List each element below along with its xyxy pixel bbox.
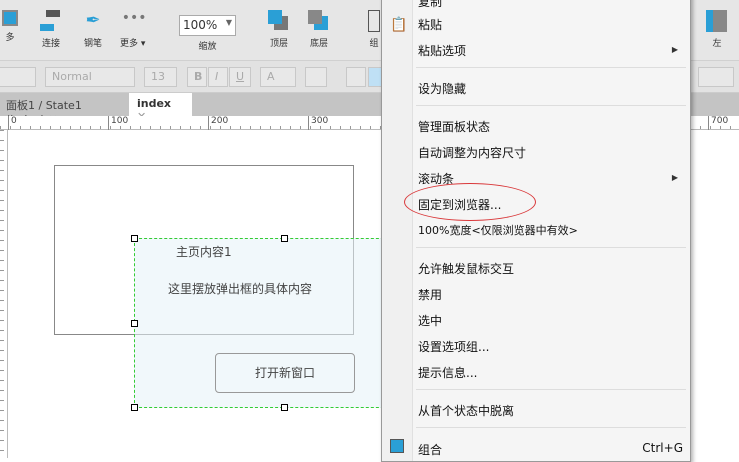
menu-item-unplace-from-state[interactable]: 从首个状态中脱离: [418, 402, 514, 419]
bring-to-front-button[interactable]: 顶层: [268, 10, 290, 49]
menu-item-tooltip[interactable]: 提示信息...: [418, 364, 477, 381]
italic-label: I: [215, 70, 219, 83]
menu-separator: [416, 105, 686, 106]
send-to-back-button[interactable]: 底层: [308, 10, 330, 49]
tool-label: 左: [712, 39, 722, 49]
align-left-icon: [706, 10, 728, 32]
pen-button[interactable]: ✒ 钢笔: [82, 10, 104, 49]
bold-label: B: [194, 70, 203, 83]
resize-handle[interactable]: [131, 235, 138, 242]
highlight-ellipse: [404, 183, 536, 221]
font-size-value: 13: [151, 70, 165, 83]
zoom-label: 缩放: [198, 42, 217, 52]
zoom-select[interactable]: 100% ▼ 缩放: [179, 15, 236, 52]
chevron-down-icon: ▼: [225, 18, 232, 27]
shortcut-label: Ctrl+G: [642, 441, 683, 455]
menu-item-label: 组合: [418, 443, 443, 457]
vertical-ruler: [0, 130, 8, 458]
tool-label: 多: [5, 33, 15, 43]
menu-item-selected[interactable]: 选中: [418, 312, 442, 329]
menu-item-group[interactable]: 组合 Ctrl+G: [418, 441, 683, 458]
font-color-button[interactable]: A: [260, 67, 296, 87]
underline-button[interactable]: U: [229, 67, 251, 87]
font-style-value: Normal: [52, 70, 92, 83]
font-family-select[interactable]: [0, 67, 36, 87]
tool-label: 钢笔: [83, 39, 102, 49]
tool-label: 组: [369, 39, 379, 49]
submenu-arrow-icon: ▶: [671, 173, 678, 182]
resize-handle[interactable]: [131, 320, 138, 327]
ruler-label: 700: [708, 116, 728, 130]
connect-button[interactable]: 连接: [40, 10, 62, 49]
menu-item-disable[interactable]: 禁用: [418, 286, 442, 303]
connector-icon: [40, 10, 62, 32]
group-icon: [390, 439, 404, 453]
ruler-label: 100: [108, 116, 128, 130]
menu-item-fit-to-content[interactable]: 自动调整为内容尺寸: [418, 144, 526, 161]
context-menu: 📋 复制 粘贴 粘贴选项 ▶ 设为隐藏 管理面板状态 自动调整为内容尺寸 滚动条…: [381, 0, 691, 462]
more-icon: •••: [121, 10, 147, 26]
menu-item-hide[interactable]: 设为隐藏: [418, 80, 466, 97]
font-color-label: A: [267, 70, 275, 83]
menu-item-100-width[interactable]: 100%宽度<仅限浏览器中有效>: [418, 222, 578, 238]
menu-item-selection-group[interactable]: 设置选项组...: [418, 338, 489, 355]
tab-index[interactable]: index ✕: [129, 93, 192, 123]
panel-body-text: 这里摆放弹出框的具体内容: [168, 282, 313, 296]
align-center-text-button[interactable]: [368, 67, 382, 87]
menu-item-paste-options[interactable]: 粘贴选项: [418, 42, 683, 59]
resize-handle[interactable]: [131, 404, 138, 411]
align-left-button[interactable]: 左: [706, 10, 728, 49]
menu-separator: [416, 427, 686, 428]
menu-separator: [416, 67, 686, 68]
submenu-arrow-icon: ▶: [671, 45, 678, 54]
menu-item-label: 粘贴选项: [418, 44, 467, 58]
menu-separator: [416, 247, 686, 248]
line-style-select[interactable]: [698, 67, 734, 87]
image-tool-button[interactable]: 多: [2, 10, 18, 43]
underline-label: U: [236, 70, 245, 83]
menu-item-paste[interactable]: 粘贴: [418, 16, 442, 33]
image-icon: [2, 10, 18, 26]
more-button[interactable]: ••• 更多 ▾: [120, 10, 147, 49]
panel-title: 主页内容1: [176, 245, 232, 259]
italic-button[interactable]: I: [208, 67, 228, 87]
tool-label: 底层: [309, 39, 328, 49]
resize-handle[interactable]: [281, 235, 288, 242]
group-icon: [368, 10, 380, 32]
tool-label: 更多 ▾: [120, 39, 146, 49]
resize-handle[interactable]: [281, 404, 288, 411]
tab-panel-state[interactable]: 面板1 / State1 (index) ✕: [0, 93, 126, 126]
menu-separator: [416, 389, 686, 390]
dynamic-panel[interactable]: 主页内容1 这里摆放弹出框的具体内容 打开新窗口: [134, 238, 394, 408]
font-size-select[interactable]: 13: [144, 67, 177, 87]
zoom-value: 100%: [183, 18, 218, 32]
group-button[interactable]: 组: [368, 10, 380, 49]
ruler-label: 0: [8, 116, 17, 130]
tool-label: 顶层: [269, 39, 288, 49]
menu-item-copy[interactable]: 复制: [418, 0, 442, 10]
open-new-window-button[interactable]: 打开新窗口: [215, 353, 355, 393]
align-left-text-button[interactable]: [346, 67, 366, 87]
pen-icon: ✒: [85, 10, 101, 31]
ruler-label: 300: [308, 116, 328, 130]
send-back-icon: [308, 10, 330, 32]
paste-icon: 📋: [390, 17, 408, 33]
ruler-label: 200: [208, 116, 228, 130]
menu-item-manage-panel-states[interactable]: 管理面板状态: [418, 118, 490, 135]
tab-label: index: [137, 97, 172, 110]
font-style-select[interactable]: Normal: [45, 67, 135, 87]
menu-icon-gutter: [382, 0, 413, 461]
tool-label: 连接: [41, 39, 60, 49]
bullet-list-button[interactable]: [305, 67, 327, 87]
bold-button[interactable]: B: [187, 67, 207, 87]
menu-item-allow-mouse-events[interactable]: 允许触发鼠标交互: [418, 260, 514, 277]
bring-front-icon: [268, 10, 290, 32]
